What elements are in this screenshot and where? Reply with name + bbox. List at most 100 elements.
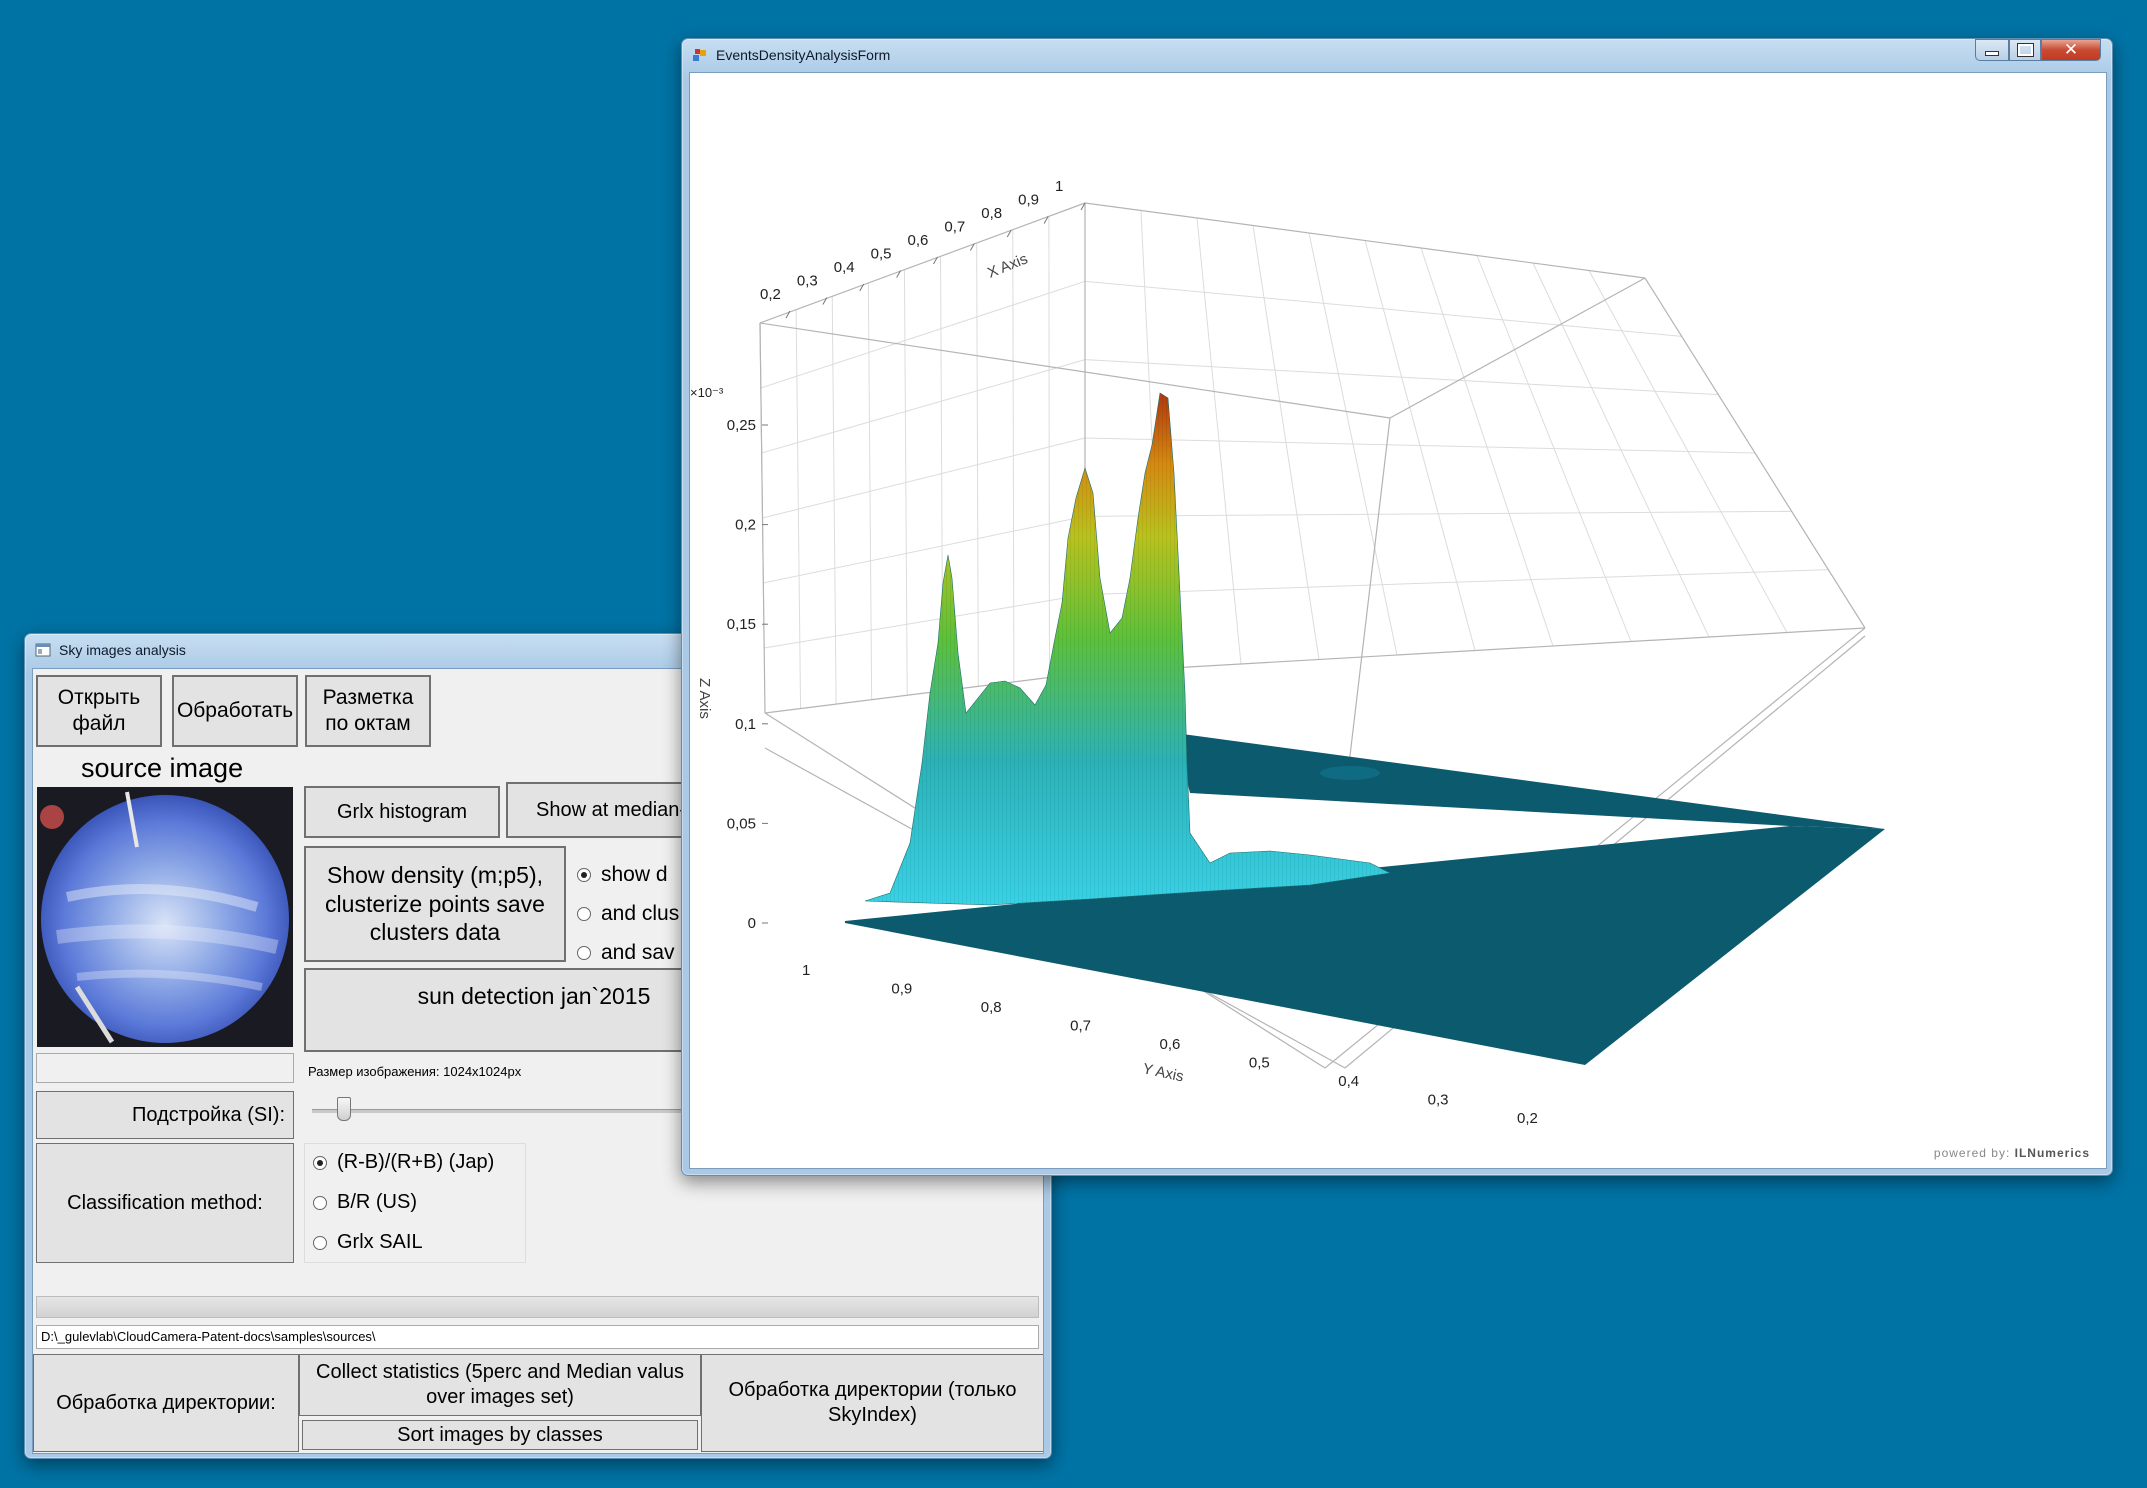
grid-line: [760, 280, 1086, 389]
radio-class-jap-label: (R-B)/(R+B) (Jap): [337, 1151, 495, 1173]
x-tick-label: 0,6: [908, 232, 929, 249]
z-tick-label: 0,1: [735, 716, 756, 733]
grix-histogram-button[interactable]: Grlx histogram: [304, 786, 500, 838]
x-tick-label: 0,7: [944, 219, 965, 236]
z-axis-label: Z Axis: [696, 678, 713, 719]
x-tick-label: 0,8: [981, 205, 1002, 222]
grid-line: [1084, 569, 1829, 596]
surface-mesh: [865, 393, 1390, 905]
dir-skyindex-button[interactable]: Обработка директории (только SkyIndex): [701, 1354, 1043, 1452]
surface-plot-3d[interactable]: 0,2 0,3 0,4 0,5 0,6 0,7 0,8 0,9 1 1 0,9 0,8 0,7 0,6 0,…: [690, 73, 2106, 1168]
x-tick-label: 1: [1055, 178, 1063, 195]
grid-line: [764, 594, 1086, 649]
radio-class-us-label: B/R (US): [337, 1191, 417, 1213]
directory-path-field[interactable]: D:\_gulevlab\CloudCamera-Patent-docs\sam…: [36, 1325, 1039, 1349]
y-tick-label: 0,4: [1338, 1073, 1359, 1090]
radio-class-sail[interactable]: Grlx SAIL: [313, 1231, 423, 1254]
process-button[interactable]: Обработать: [172, 675, 298, 747]
close-icon: ✕: [2063, 40, 2079, 60]
markup-octas-button[interactable]: Разметка по октам: [305, 675, 431, 747]
dir-processing-label: Обработка директории:: [56, 1391, 276, 1414]
y-tick-label: 0,9: [891, 981, 912, 998]
radio-class-jap-dot[interactable]: [313, 1155, 327, 1170]
z-tick-label: 0,15: [727, 616, 756, 633]
radio-and-save-label: and sav: [601, 941, 675, 964]
collect-statistics-button[interactable]: Collect statistics (5perc and Median val…: [299, 1354, 701, 1416]
maximize-button[interactable]: [2009, 39, 2041, 61]
x-axis-label: X Axis: [985, 250, 1030, 281]
classification-label: Classification method:: [67, 1191, 263, 1214]
y-tick-label: 0,7: [1070, 1018, 1091, 1035]
sky-window-title: Sky images analysis: [59, 642, 186, 658]
app-window-icon: [693, 49, 706, 61]
grid-line: [1012, 229, 1015, 682]
tuning-label: Подстройка (SI):: [132, 1103, 285, 1126]
powered-by-prefix: powered by:: [1933, 1146, 2011, 1160]
powered-by-label: powered by: ILNumerics: [1934, 1146, 2090, 1160]
tuning-slider-thumb[interactable]: [337, 1097, 352, 1121]
progress-bar: [36, 1296, 1039, 1318]
sky-fisheye-image: [37, 787, 293, 1047]
frame-edge: [1084, 202, 1646, 279]
density-window-titlebar[interactable]: EventsDensityAnalysisForm ✕: [682, 39, 2112, 73]
empty-textbox[interactable]: [36, 1053, 294, 1083]
radio-and-save-dot[interactable]: [577, 946, 591, 960]
y-tick-label: 0,6: [1160, 1036, 1181, 1053]
z-tick-label: 0,05: [727, 815, 756, 832]
tuning-slider-track: [312, 1109, 742, 1113]
radio-and-cluster-label: and clus: [601, 902, 680, 925]
surface-small-bump: [1320, 766, 1380, 780]
radio-and-cluster[interactable]: and clus: [577, 902, 679, 926]
show-density-button[interactable]: Show density (m;p5), clusterize points s…: [304, 846, 566, 962]
x-tick-label: 0,9: [1018, 192, 1039, 209]
y-axis-label: Y Axis: [1141, 1060, 1185, 1085]
close-button[interactable]: ✕: [2041, 39, 2101, 61]
powered-by-brand: ILNumerics: [2014, 1146, 2090, 1160]
y-tick-label: 0,3: [1428, 1092, 1449, 1109]
radio-and-cluster-dot[interactable]: [577, 907, 591, 921]
grid-line: [1084, 437, 1756, 454]
grid-line: [761, 359, 1086, 454]
frame-edge: [759, 202, 1086, 324]
x-tick-label: 0,4: [834, 259, 855, 276]
radio-class-sail-dot[interactable]: [313, 1235, 327, 1250]
app-window-icon: [35, 643, 51, 657]
frame-edge: [1344, 417, 1391, 799]
z-exponent-label: ×10⁻³: [690, 385, 724, 400]
density-plot-area[interactable]: 0,2 0,3 0,4 0,5 0,6 0,7 0,8 0,9 1 1 0,9 0,8 0,7 0,6 0,…: [689, 72, 2107, 1169]
y-tick-label: 1: [802, 962, 810, 979]
z-tick-label: 0: [748, 915, 756, 932]
surface-floor-back: [1175, 733, 1885, 829]
classification-label-box: Classification method:: [36, 1143, 294, 1263]
frame-edge: [1389, 277, 1646, 419]
radio-class-jap[interactable]: (R-B)/(R+B) (Jap): [313, 1151, 494, 1174]
grid-line: [763, 515, 1086, 584]
open-file-button[interactable]: Открыть файл: [36, 675, 162, 747]
minimize-button[interactable]: [1975, 39, 2009, 61]
tuning-slider[interactable]: [312, 1093, 742, 1129]
source-image-title: source image: [81, 753, 244, 783]
events-density-window[interactable]: EventsDensityAnalysisForm ✕ 0,2 0,3 0,4 …: [681, 38, 2113, 1176]
frame-edge: [1644, 277, 1866, 629]
radio-and-save[interactable]: and sav: [577, 941, 675, 965]
y-tick-label: 0,2: [1517, 1110, 1538, 1127]
y-tick-label: 0,5: [1249, 1055, 1270, 1072]
grid-line: [762, 437, 1086, 519]
density-window-title: EventsDensityAnalysisForm: [716, 47, 891, 63]
radio-class-us[interactable]: B/R (US): [313, 1191, 417, 1214]
x-tick-label: 0,3: [797, 273, 818, 290]
grid-line: [1084, 280, 1682, 337]
grid-line: [1084, 359, 1719, 396]
frame-edge: [1084, 627, 1866, 674]
z-tick-label: 0,25: [727, 417, 756, 434]
radio-show-density[interactable]: show d: [577, 863, 668, 887]
tuning-label-box: Подстройка (SI):: [36, 1091, 294, 1139]
radio-class-sail-label: Grlx SAIL: [337, 1231, 423, 1253]
x-tick-label: 0,5: [871, 246, 892, 263]
x-tick-label: 0,2: [760, 286, 781, 303]
z-tick-label: 0,2: [735, 517, 756, 534]
sort-images-button[interactable]: Sort images by classes: [302, 1420, 698, 1450]
plot-grid: [759, 210, 1829, 709]
radio-show-density-dot[interactable]: [577, 868, 591, 882]
radio-class-us-dot[interactable]: [313, 1195, 327, 1210]
